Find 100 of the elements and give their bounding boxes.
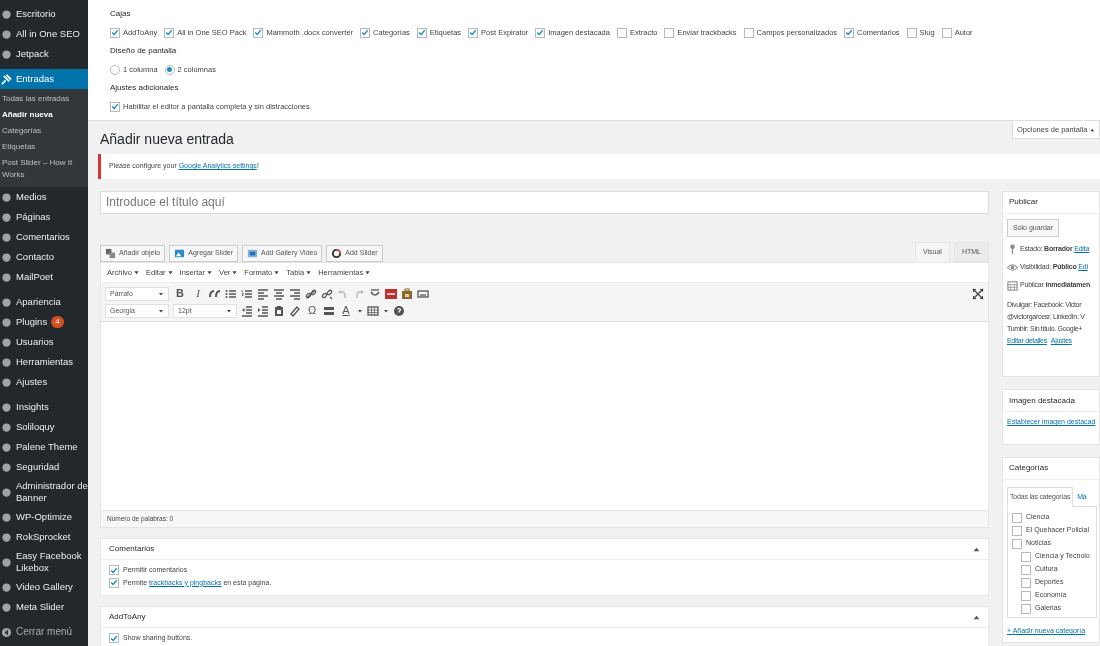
sidebar-item[interactable]: Video Gallery [0, 577, 88, 597]
circle-icon [1, 531, 12, 543]
sidebar-item[interactable]: Herramientas [0, 352, 88, 372]
sidebar-item[interactable]: Contacto [0, 247, 88, 267]
submenu-item[interactable]: Categorías [0, 123, 88, 139]
checkbox[interactable] [360, 27, 371, 38]
checkbox[interactable] [109, 577, 119, 588]
special-character-button[interactable]: Ω [305, 305, 319, 317]
circle-icon [1, 271, 12, 283]
sidebar-item[interactable]: Apariencia [0, 292, 88, 312]
checkbox[interactable] [110, 27, 120, 38]
checkbox[interactable] [1021, 564, 1031, 575]
horizontal-rule-icon[interactable] [323, 304, 335, 317]
briefcase-icon[interactable] [401, 287, 413, 300]
sidebar-item[interactable]: Insights [0, 397, 88, 417]
checkbox[interactable] [1012, 525, 1022, 536]
sidebar-item[interactable]: All in One SEO [0, 24, 88, 44]
table-icon[interactable] [367, 304, 379, 317]
sidebar-item[interactable]: Escritorio [0, 4, 88, 24]
sidebar-item[interactable]: Usuarios [0, 332, 88, 352]
checkbox[interactable] [1012, 538, 1022, 549]
sidebar-item[interactable]: RokSprocket [0, 527, 88, 547]
outdent-icon[interactable] [241, 304, 253, 317]
checkbox[interactable] [109, 633, 119, 644]
sidebar-item[interactable]: Palene Theme [0, 437, 88, 457]
collapse-icon[interactable] [1, 626, 12, 638]
section-heading: Ajustes adicionales [110, 82, 180, 94]
submenu-item[interactable]: Añadir nueva [0, 107, 88, 123]
clipboard-icon[interactable] [273, 304, 285, 317]
sidebar-item[interactable]: Comentarios [0, 227, 88, 247]
checkbox[interactable] [1012, 512, 1022, 523]
checkbox[interactable] [941, 27, 952, 38]
checkbox[interactable] [844, 27, 855, 38]
sidebar-item[interactable]: Entradas [0, 69, 88, 89]
radio-button[interactable] [164, 64, 175, 75]
checkbox[interactable] [164, 27, 175, 38]
checkbox[interactable] [468, 27, 479, 38]
italic-button[interactable]: I [191, 288, 205, 300]
submenu-item[interactable]: Post Slider – How It Works [0, 155, 88, 183]
circle-icon [1, 336, 12, 348]
collapse-arrow-icon[interactable] [973, 545, 980, 553]
checkbox[interactable] [1021, 551, 1031, 562]
align-right-icon[interactable] [289, 287, 301, 300]
align-left-icon[interactable] [257, 287, 269, 300]
eraser-icon[interactable] [289, 304, 301, 317]
checkbox[interactable] [616, 27, 627, 38]
checkbox[interactable] [535, 27, 546, 38]
submenu-item[interactable]: Etiquetas [0, 139, 88, 155]
text-color-button[interactable]: A [339, 305, 353, 317]
circle-icon [1, 211, 12, 223]
bold-button[interactable]: B [173, 288, 187, 300]
collapse-arrow-icon[interactable] [973, 613, 980, 621]
sidebar-item[interactable]: Ajustes [0, 372, 88, 392]
sidebar-item[interactable]: Jetpack [0, 44, 88, 64]
quote-icon[interactable] [209, 287, 221, 300]
plugin-tile-icon[interactable] [385, 287, 397, 300]
sidebar-item[interactable]: Meta Slider [0, 597, 88, 617]
checkbox[interactable] [664, 27, 675, 38]
bullet-list-icon[interactable] [225, 287, 237, 300]
checkbox[interactable] [253, 27, 264, 38]
caret-icon [274, 270, 280, 276]
checkbox[interactable] [1021, 603, 1031, 614]
sidebar-item[interactable]: Plugins 4 [0, 312, 88, 332]
sidebar-item[interactable]: Páginas [0, 207, 88, 227]
checkbox[interactable] [906, 27, 917, 38]
radio-button[interactable] [110, 64, 120, 75]
numbered-list-icon[interactable] [241, 287, 253, 300]
collapse-menu-link[interactable]: Cerrar menú [16, 626, 73, 638]
sidebar-item[interactable]: MailPoet [0, 267, 88, 287]
indent-icon[interactable] [257, 304, 269, 317]
caret-icon [383, 307, 389, 314]
checkbox[interactable] [416, 27, 427, 38]
sidebar-item[interactable]: Administrador de Banner [0, 477, 88, 507]
link-icon[interactable] [305, 287, 317, 300]
unlink-icon[interactable] [321, 287, 333, 300]
circle-icon [1, 316, 12, 328]
checkbox[interactable] [743, 27, 754, 38]
submenu-item[interactable]: Todas las entradas [0, 91, 88, 107]
box-title: Categorías [1003, 457, 1099, 480]
align-center-icon[interactable] [273, 287, 285, 300]
checkbox[interactable] [109, 565, 119, 576]
circle-icon [1, 556, 12, 568]
sidebar-item[interactable]: Seguridad [0, 457, 88, 477]
sidebar-item[interactable]: Easy Facebook Likebox [0, 547, 88, 577]
checkbox[interactable] [1021, 590, 1031, 601]
sidebar-item[interactable]: Medios [0, 187, 88, 207]
checkbox[interactable] [1021, 577, 1031, 588]
fullscreen-icon[interactable] [972, 287, 984, 300]
caret-icon [232, 270, 238, 276]
sidebar-item[interactable]: WP-Optimize [0, 507, 88, 527]
checkbox[interactable] [110, 101, 120, 112]
title-field[interactable]: Introduce el título aquí [100, 190, 989, 214]
pin-icon [1, 73, 12, 85]
video-icon [247, 248, 258, 260]
help-icon[interactable] [393, 304, 405, 317]
pin-icon [1007, 244, 1018, 256]
keyboard-icon[interactable] [417, 287, 429, 300]
circle-icon [1, 601, 12, 613]
sidebar-item[interactable]: Soliloquy [0, 417, 88, 437]
box-title: Publicar [1003, 191, 1099, 214]
